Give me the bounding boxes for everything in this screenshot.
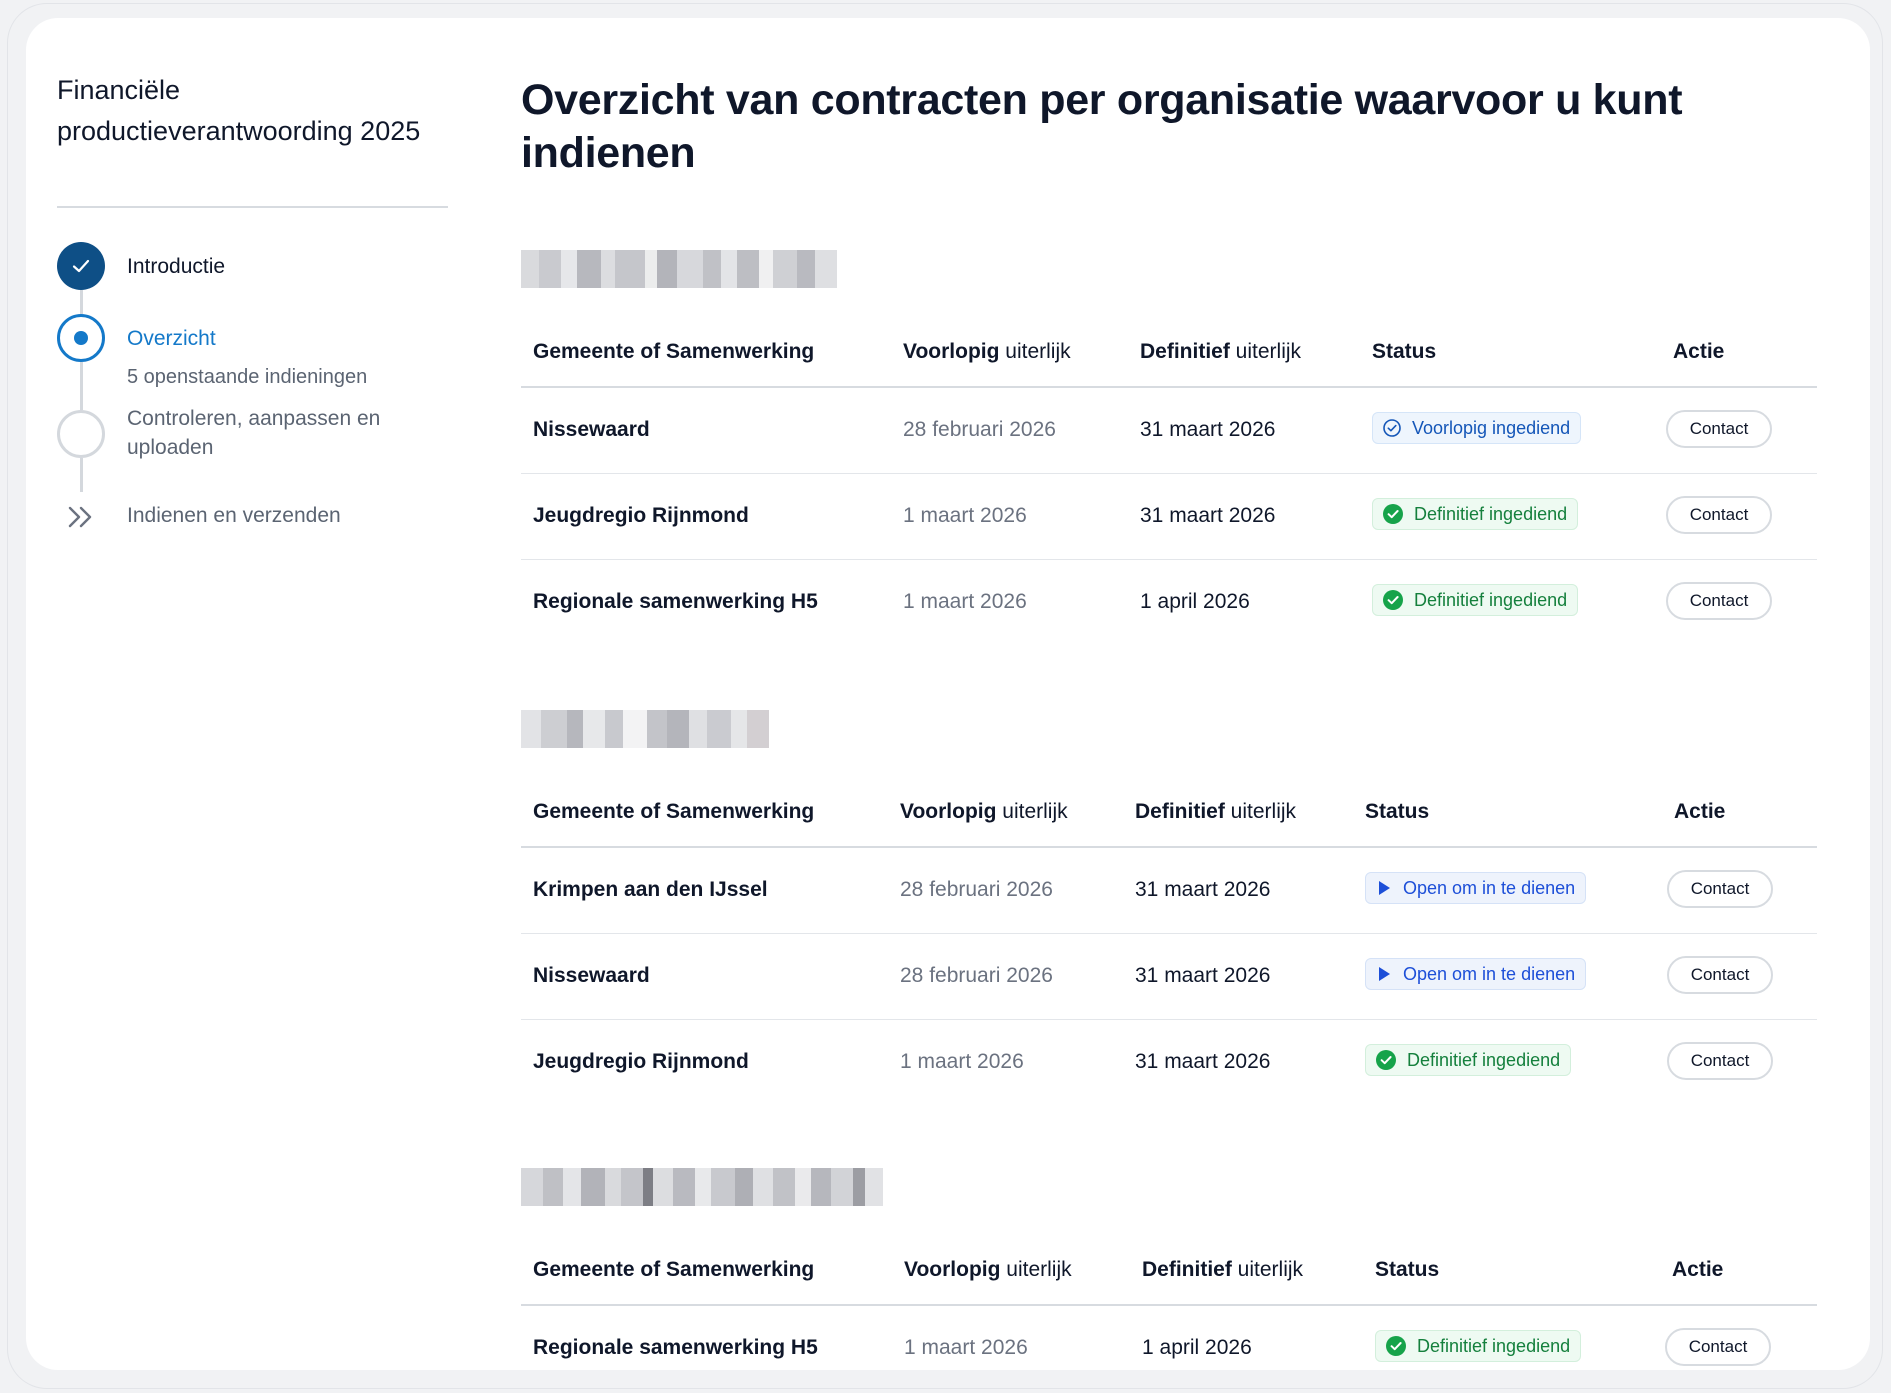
check-circle-filled-icon xyxy=(1386,1336,1406,1356)
contact-button[interactable]: Contact xyxy=(1666,496,1772,534)
contact-button[interactable]: Contact xyxy=(1667,956,1773,994)
table-row: Regionale samenwerking H5 1 maart 2026 1… xyxy=(521,1306,1817,1370)
contact-button[interactable]: Contact xyxy=(1665,1328,1771,1366)
final-deadline: 31 maart 2026 xyxy=(1135,1050,1271,1073)
table-header: Gemeente of Samenwerking Voorlopig uiter… xyxy=(521,782,1817,848)
organisation-name-redacted xyxy=(521,710,769,748)
column-header-action: Actie xyxy=(1673,340,1725,363)
page-title: Overzicht van contracten per organisatie… xyxy=(521,76,1683,177)
organisation-name: Krimpen aan den IJssel xyxy=(533,878,768,901)
check-icon xyxy=(57,242,105,290)
column-header-provisional: Voorlopig uiterlijk xyxy=(903,340,1071,363)
contact-button[interactable]: Contact xyxy=(1667,1042,1773,1080)
step-sublabel: 5 openstaande indieningen xyxy=(127,366,368,388)
content-card: Financiële productieverantwoording 2025 … xyxy=(26,18,1870,1370)
status-label: Open om in te dienen xyxy=(1403,963,1576,984)
status-badge: Definitief ingediend xyxy=(1375,1330,1582,1362)
double-chevron-right-icon xyxy=(68,506,92,528)
organisation-name: Nissewaard xyxy=(533,418,650,441)
column-header-provisional: Voorlopig uiterlijk xyxy=(904,1258,1072,1281)
provisional-deadline: 28 februari 2026 xyxy=(900,964,1053,987)
check-circle-filled-icon xyxy=(1383,590,1403,610)
step-label: Introductie xyxy=(127,255,226,278)
status-label: Definitief ingediend xyxy=(1414,503,1568,524)
final-deadline: 31 maart 2026 xyxy=(1135,878,1271,901)
contact-button[interactable]: Contact xyxy=(1666,410,1772,448)
final-deadline: 1 april 2026 xyxy=(1140,590,1250,613)
check-circle-outline-icon xyxy=(1383,419,1401,437)
provisional-deadline: 28 februari 2026 xyxy=(903,418,1056,441)
organisation-name-redacted xyxy=(521,250,837,288)
column-header-name: Gemeente of Samenwerking xyxy=(533,800,815,823)
step-label: Overzicht xyxy=(127,327,216,350)
column-header-status: Status xyxy=(1372,340,1437,363)
final-deadline: 1 april 2026 xyxy=(1142,1336,1252,1359)
table-row: Krimpen aan den IJssel 28 februari 2026 … xyxy=(521,848,1817,934)
stepper-connector xyxy=(80,362,83,410)
table-row: Jeugdregio Rijnmond 1 maart 2026 31 maar… xyxy=(521,474,1817,560)
current-step-icon xyxy=(57,314,105,362)
status-badge: Definitief ingediend xyxy=(1365,1044,1572,1076)
provisional-deadline: 28 februari 2026 xyxy=(900,878,1053,901)
status-badge: Voorlopig ingediend xyxy=(1372,412,1582,444)
status-label: Definitief ingediend xyxy=(1417,1335,1571,1356)
contact-button[interactable]: Contact xyxy=(1666,582,1772,620)
step-label: Indienen en verzenden xyxy=(127,504,341,527)
status-label: Voorlopig ingediend xyxy=(1412,417,1571,438)
status-badge: Definitief ingediend xyxy=(1372,498,1579,530)
organisation-name: Jeugdregio Rijnmond xyxy=(533,1050,749,1073)
stepper-connector xyxy=(80,290,83,314)
column-header-final: Definitief uiterlijk xyxy=(1142,1258,1304,1281)
final-deadline: 31 maart 2026 xyxy=(1140,504,1276,527)
organisation-name: Regionale samenwerking H5 xyxy=(533,590,818,613)
sidebar-divider xyxy=(57,206,448,208)
provisional-deadline: 1 maart 2026 xyxy=(900,1050,1024,1073)
column-header-status: Status xyxy=(1365,800,1430,823)
status-label: Definitief ingediend xyxy=(1407,1049,1561,1070)
status-badge: Open om in te dienen xyxy=(1365,872,1587,904)
check-circle-filled-icon xyxy=(1383,504,1403,524)
table-row: Jeugdregio Rijnmond 1 maart 2026 31 maar… xyxy=(521,1020,1817,1106)
provisional-deadline: 1 maart 2026 xyxy=(903,504,1027,527)
organisation-name: Jeugdregio Rijnmond xyxy=(533,504,749,527)
column-header-name: Gemeente of Samenwerking xyxy=(533,340,815,363)
organisation-name: Regionale samenwerking H5 xyxy=(533,1336,818,1359)
status-badge: Open om in te dienen xyxy=(1365,958,1587,990)
column-header-action: Actie xyxy=(1672,1258,1724,1281)
play-icon xyxy=(1379,881,1390,895)
status-label: Open om in te dienen xyxy=(1403,877,1576,898)
table-header: Gemeente of Samenwerking Voorlopig uiter… xyxy=(521,322,1817,388)
check-circle-filled-icon xyxy=(1376,1050,1396,1070)
status-badge: Definitief ingediend xyxy=(1372,584,1579,616)
pending-step-icon xyxy=(57,410,105,458)
column-header-status: Status xyxy=(1375,1258,1440,1281)
table-row: Nissewaard 28 februari 2026 31 maart 202… xyxy=(521,388,1817,474)
provisional-deadline: 1 maart 2026 xyxy=(904,1336,1028,1359)
column-header-action: Actie xyxy=(1674,800,1726,823)
final-deadline: 31 maart 2026 xyxy=(1140,418,1276,441)
organisation-name-redacted xyxy=(521,1168,883,1206)
table-header: Gemeente of Samenwerking Voorlopig uiter… xyxy=(521,1240,1817,1306)
final-deadline: 31 maart 2026 xyxy=(1135,964,1271,987)
organisation-name: Nissewaard xyxy=(533,964,650,987)
table-row: Regionale samenwerking H5 1 maart 2026 1… xyxy=(521,560,1817,646)
stepper-connector xyxy=(80,458,83,492)
column-header-final: Definitief uiterlijk xyxy=(1135,800,1297,823)
contact-button[interactable]: Contact xyxy=(1667,870,1773,908)
sidebar: Financiële productieverantwoording 2025 … xyxy=(57,70,448,528)
status-label: Definitief ingediend xyxy=(1414,589,1568,610)
column-header-name: Gemeente of Samenwerking xyxy=(533,1258,815,1281)
column-header-provisional: Voorlopig uiterlijk xyxy=(900,800,1068,823)
provisional-deadline: 1 maart 2026 xyxy=(903,590,1027,613)
app-title: Financiële productieverantwoording 2025 xyxy=(57,75,421,146)
step-label: Controleren, aanpassen en uploaden xyxy=(127,407,381,459)
table-row: Nissewaard 28 februari 2026 31 maart 202… xyxy=(521,934,1817,1020)
column-header-final: Definitief uiterlijk xyxy=(1140,340,1302,363)
play-icon xyxy=(1379,967,1390,981)
